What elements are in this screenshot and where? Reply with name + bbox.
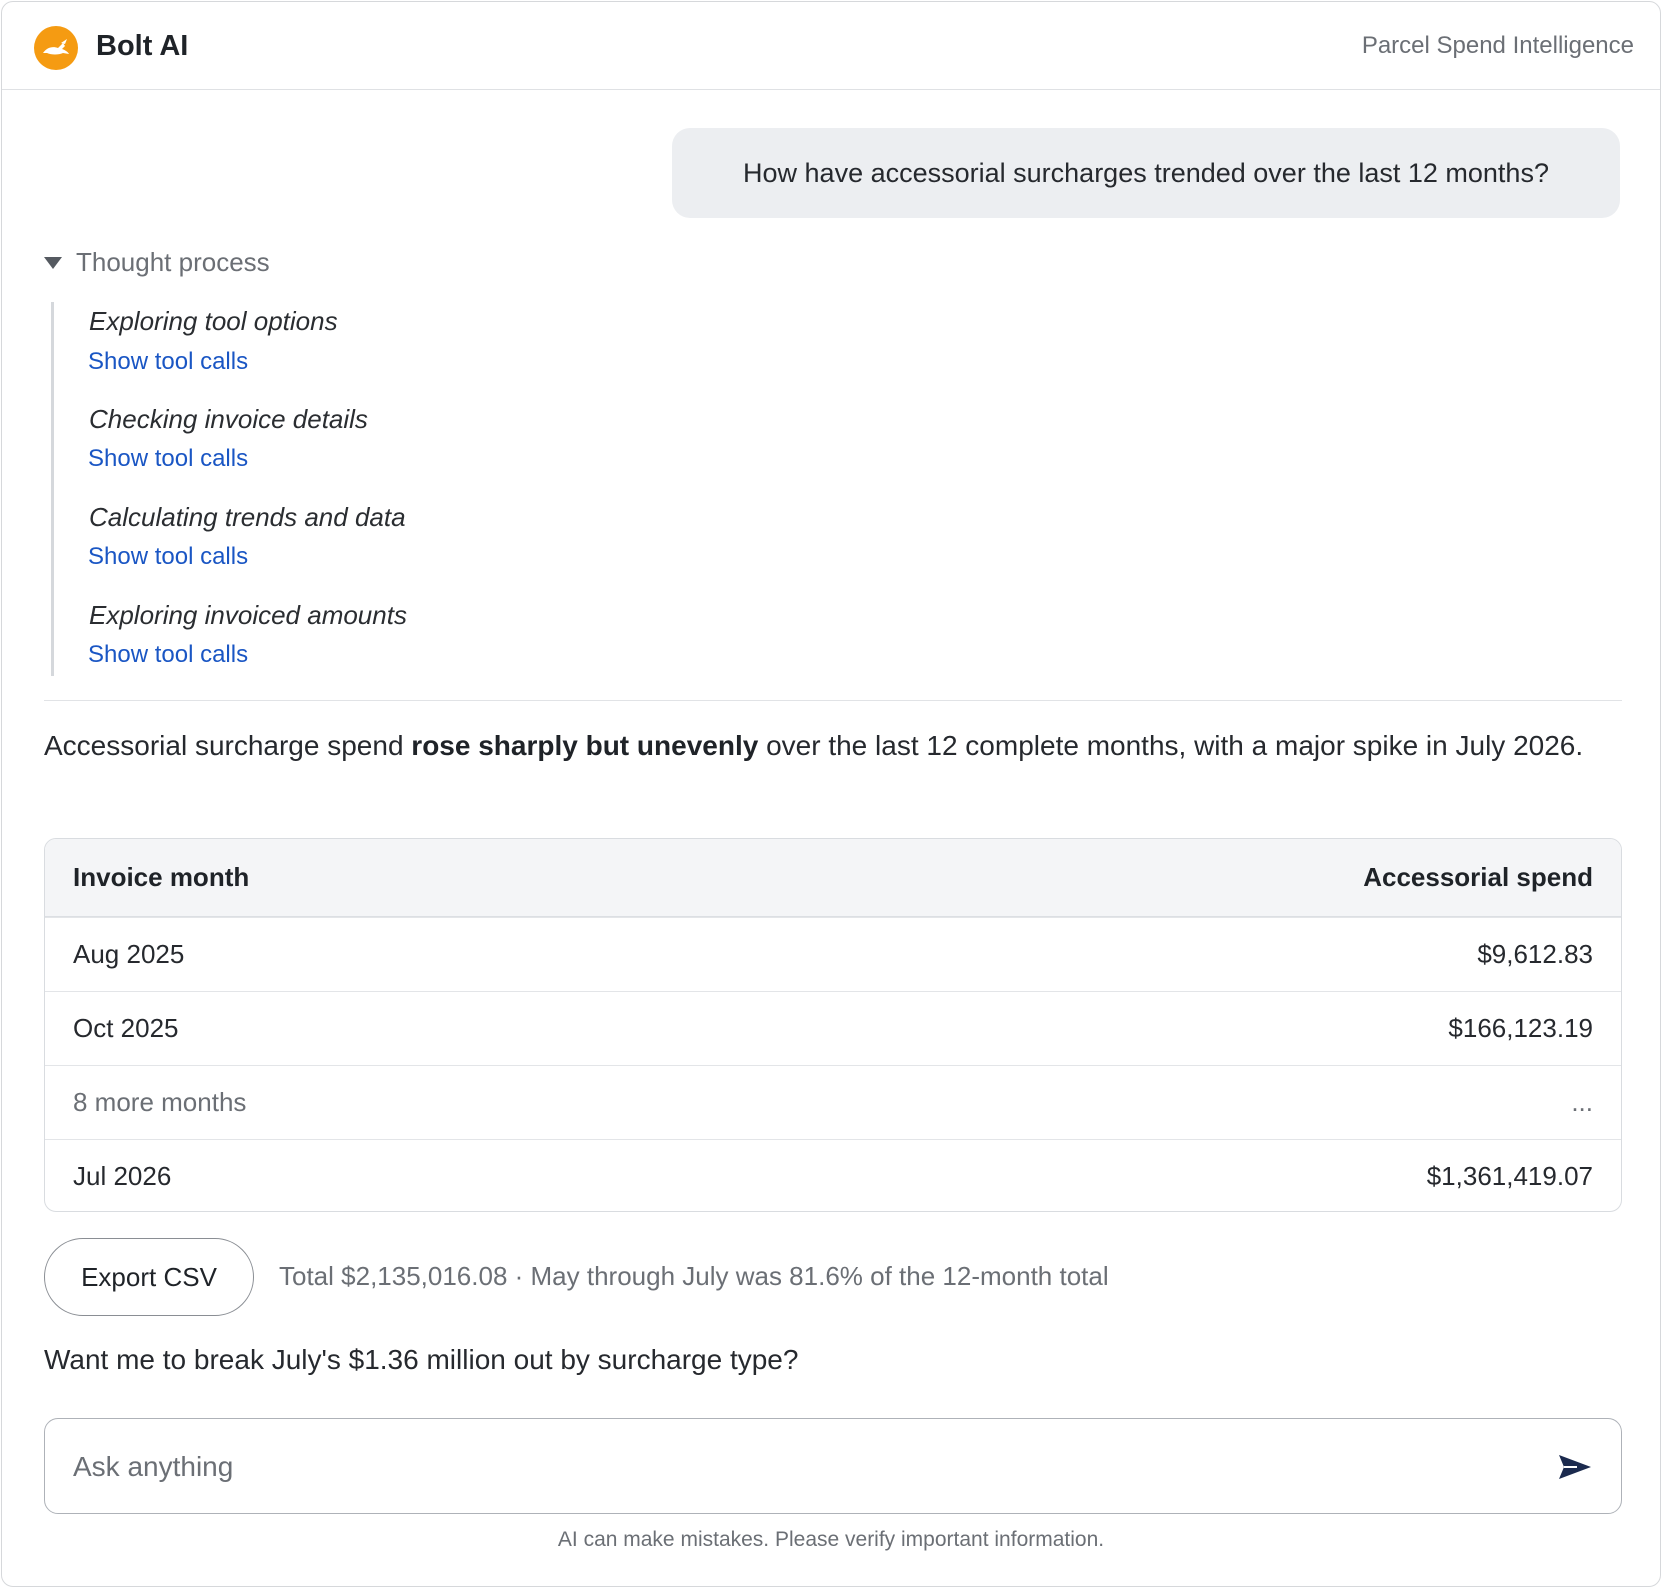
followup-question: Want me to break July's $1.36 million ou…: [44, 1344, 799, 1375]
show-tool-calls-link[interactable]: Show tool calls: [88, 641, 248, 669]
show-tool-calls-link[interactable]: Show tool calls: [88, 543, 248, 571]
cell-spend: $1,361,419.07: [1426, 1161, 1593, 1191]
cell-spend: $9,612.83: [1477, 939, 1593, 969]
column-header-month: Invoice month: [73, 862, 250, 892]
export-csv-button[interactable]: Export CSV: [44, 1238, 254, 1316]
thought-process-toggle[interactable]: Thought process: [44, 247, 270, 278]
column-header-spend: Accessorial spend: [1363, 862, 1593, 892]
show-tool-calls-link[interactable]: Show tool calls: [88, 348, 248, 376]
disclaimer: AI can make mistakes. Please verify impo…: [557, 1528, 1105, 1551]
rabbit-logo-icon: [34, 26, 78, 70]
send-icon[interactable]: [1555, 1447, 1595, 1487]
table-header-row: Invoice month Accessorial spend: [45, 839, 1621, 917]
product-subtitle: Parcel Spend Intelligence: [1361, 32, 1634, 59]
cell-spend: ...: [1571, 1087, 1593, 1117]
table-row-collapsed[interactable]: 8 more months ...: [45, 1065, 1621, 1139]
cell-month: 8 more months: [73, 1087, 247, 1117]
user-message-bubble: How have accessorial surcharges trended …: [672, 128, 1620, 218]
thought-step-title: Exploring invoiced amounts: [89, 600, 407, 630]
thought-process-label: Thought process: [76, 247, 270, 277]
spend-table: Invoice month Accessorial spend Aug 2025…: [44, 838, 1622, 1212]
total-note: Total $2,135,016.08 · May through July w…: [279, 1261, 1109, 1291]
cell-month: Aug 2025: [73, 939, 185, 969]
message-input[interactable]: [73, 1443, 1513, 1491]
caret-down-icon: [44, 256, 62, 269]
table-row: Aug 2025 $9,612.83: [45, 917, 1621, 991]
summary-emphasis: rose sharply but unevenly: [411, 730, 759, 761]
table-row: Oct 2025 $166,123.19: [45, 991, 1621, 1065]
section-divider: [44, 700, 1622, 701]
show-tool-calls-link[interactable]: Show tool calls: [88, 445, 248, 473]
app-title: Bolt AI: [96, 30, 189, 62]
cell-month: Jul 2026: [73, 1161, 172, 1191]
composer: [44, 1418, 1622, 1514]
table-row: Jul 2026 $1,361,419.07: [45, 1139, 1621, 1211]
cell-spend: $166,123.19: [1448, 1013, 1593, 1043]
summary-text-end: over the last 12 complete months, with a…: [758, 730, 1584, 761]
summary-text: Accessorial surcharge spend: [44, 730, 412, 761]
thought-step-title: Calculating trends and data: [89, 502, 406, 532]
thought-step-title: Exploring tool options: [89, 306, 338, 336]
cell-month: Oct 2025: [73, 1013, 179, 1043]
thought-step-title: Checking invoice details: [89, 404, 368, 434]
thought-rail: [51, 302, 54, 676]
assistant-summary: Accessorial surcharge spend rose sharply…: [44, 724, 1604, 768]
chat-window: Bolt AI Parcel Spend Intelligence How ha…: [1, 1, 1661, 1587]
user-message-text: How have accessorial surcharges trended …: [743, 157, 1549, 188]
app-header: Bolt AI Parcel Spend Intelligence: [2, 2, 1660, 90]
